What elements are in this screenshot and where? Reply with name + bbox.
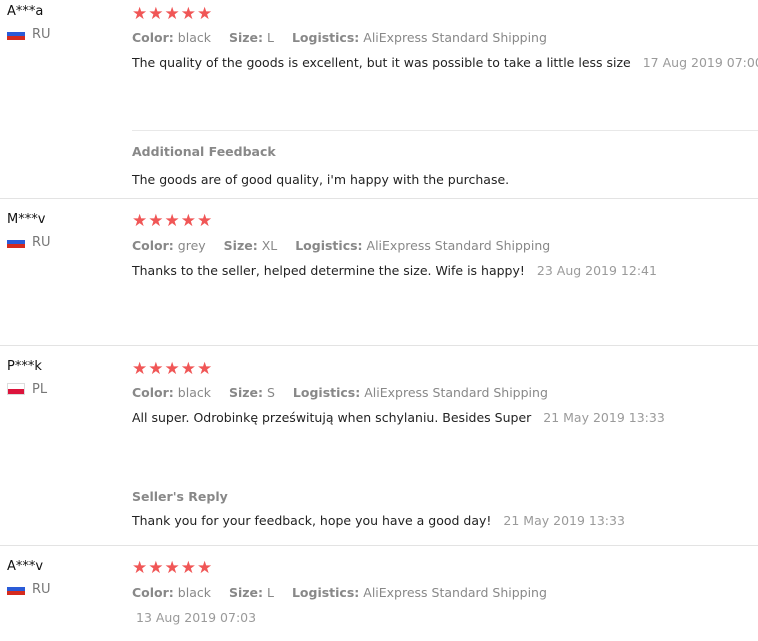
country-code: RU — [32, 26, 51, 42]
logistics-label: Logistics: — [291, 30, 360, 45]
star-rating: ★★★★★ — [132, 211, 214, 231]
additional-feedback-label: Additional Feedback — [132, 144, 276, 159]
review-divider — [0, 198, 758, 199]
star-rating: ★★★★★ — [132, 558, 214, 578]
seller-reply-date: 21 May 2019 13:33 — [503, 513, 625, 528]
size-label: Size: — [228, 385, 263, 400]
review-text: Thanks to the seller, helped determine t… — [132, 263, 525, 278]
size-value: L — [266, 585, 274, 600]
review-text-line: Thanks to the seller, helped determine t… — [132, 263, 657, 278]
star-rating: ★★★★★ — [132, 4, 214, 24]
color-label: Color: — [132, 585, 174, 600]
review-date: 21 May 2019 13:33 — [543, 410, 665, 425]
size-value: S — [266, 385, 275, 400]
seller-reply-text: Thank you for your feedback, hope you ha… — [132, 513, 492, 528]
size-label: Size: — [223, 238, 258, 253]
seller-reply-line: Thank you for your feedback, hope you ha… — [132, 513, 625, 528]
color-value: grey — [177, 238, 206, 253]
size-label: Size: — [228, 30, 263, 45]
color-label: Color: — [132, 385, 174, 400]
logistics-value: AliExpress Standard Shipping — [363, 585, 547, 600]
review-date: 13 Aug 2019 07:03 — [136, 610, 257, 625]
review-text: All super. Odrobinkę prześwitują when sc… — [132, 410, 532, 425]
size-value: XL — [261, 238, 278, 253]
section-divider — [132, 130, 758, 131]
color-value: black — [177, 585, 211, 600]
country-code: RU — [32, 234, 51, 250]
star-rating: ★★★★★ — [132, 359, 214, 379]
logistics-value: AliExpress Standard Shipping — [366, 238, 551, 253]
country-code: PL — [32, 381, 48, 397]
country-code: RU — [32, 581, 51, 597]
logistics-value: AliExpress Standard Shipping — [363, 30, 547, 45]
russia-flag-icon — [7, 236, 25, 248]
logistics-value: AliExpress Standard Shipping — [364, 385, 548, 400]
order-details: Color: grey Size: XL Logistics: AliExpre… — [132, 238, 564, 253]
color-label: Color: — [132, 30, 174, 45]
seller-reply-label: Seller's Reply — [132, 489, 228, 504]
reviewer-country: RU — [7, 232, 51, 252]
order-details: Color: black Size: L Logistics: AliExpre… — [132, 585, 561, 600]
additional-feedback-text: The goods are of good quality, i'm happy… — [132, 172, 510, 187]
logistics-label: Logistics: — [295, 238, 363, 253]
color-label: Color: — [132, 238, 174, 253]
size-value: L — [266, 30, 274, 45]
review-date: 17 Aug 2019 07:00 — [642, 55, 758, 70]
reviewer-name: P***k — [7, 359, 42, 374]
russia-flag-icon — [7, 583, 25, 595]
review-text-line: All super. Odrobinkę prześwitują when sc… — [132, 410, 665, 425]
reviewer-name: A***v — [7, 559, 44, 574]
review-text-line: The quality of the goods is excellent, b… — [132, 55, 758, 70]
reviewer-name: M***v — [7, 212, 46, 227]
reviewer-country: PL — [7, 379, 47, 399]
reviewer-name: A***a — [7, 4, 44, 19]
review-text: The quality of the goods is excellent, b… — [132, 55, 631, 70]
review-divider — [0, 545, 758, 546]
poland-flag-icon — [7, 383, 25, 395]
review-divider — [0, 345, 758, 346]
russia-flag-icon — [7, 28, 25, 40]
logistics-label: Logistics: — [291, 585, 360, 600]
order-details: Color: black Size: S Logistics: AliExpre… — [132, 385, 562, 400]
review-date: 23 Aug 2019 12:41 — [536, 263, 657, 278]
logistics-label: Logistics: — [292, 385, 361, 400]
reviewer-country: RU — [7, 579, 51, 599]
order-details: Color: black Size: L Logistics: AliExpre… — [132, 30, 561, 45]
color-value: black — [177, 30, 211, 45]
reviewer-country: RU — [7, 24, 51, 44]
size-label: Size: — [228, 585, 263, 600]
color-value: black — [177, 385, 211, 400]
